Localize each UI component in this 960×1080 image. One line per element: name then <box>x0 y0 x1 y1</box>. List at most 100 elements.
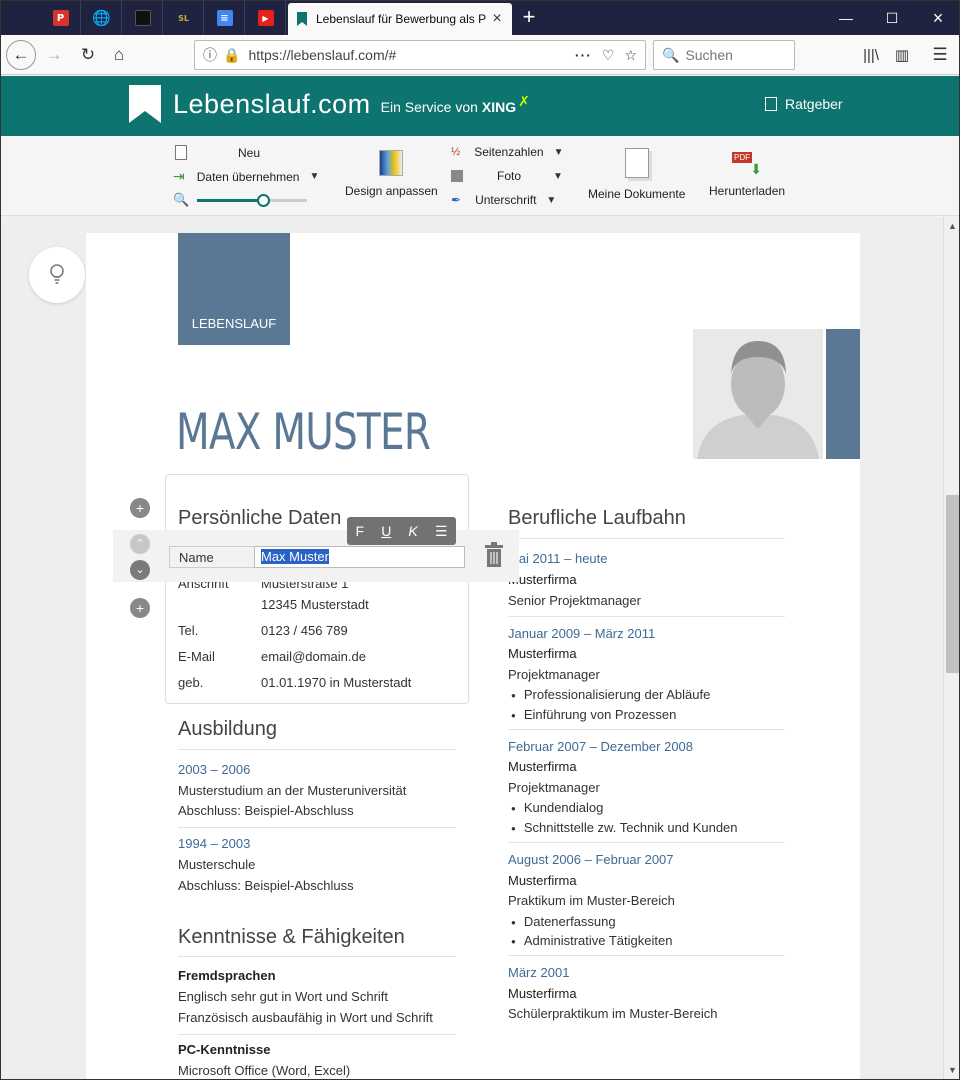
career-company[interactable]: Musterfirma <box>508 646 577 661</box>
personal-data-heading[interactable]: Persönliche Daten <box>178 507 341 530</box>
url-bar[interactable]: ⓘ 🔒 https://lebenslauf.com/# ··· ♡ ☆ <box>194 40 646 70</box>
career-bullet[interactable]: Einführung von Prozessen <box>511 707 676 722</box>
skills-group-title[interactable]: Fremdsprachen <box>178 968 276 983</box>
forward-button[interactable]: → <box>39 40 69 70</box>
career-role[interactable]: Praktikum im Muster-Bereich <box>508 893 675 908</box>
career-bullet[interactable]: Datenerfassung <box>511 914 616 929</box>
career-company[interactable]: Musterfirma <box>508 873 577 888</box>
education-line2[interactable]: Abschluss: Beispiel-Abschluss <box>178 878 354 893</box>
move-up-button[interactable]: ⌃ <box>130 534 150 554</box>
menu-icon[interactable]: ☰ <box>925 40 955 70</box>
daten-uebernehmen-button[interactable]: ⇥ Daten übernehmen ▼ <box>173 168 319 185</box>
add-below-button[interactable]: + <box>130 598 150 618</box>
tab-active[interactable]: Lebenslauf für Bewerbung als P × <box>288 3 512 35</box>
close-window-button[interactable]: × <box>915 1 959 35</box>
more-icon[interactable]: ··· <box>575 47 592 63</box>
career-bullet[interactable]: Kundendialog <box>511 800 604 815</box>
list-icon[interactable]: ☰ <box>435 523 448 540</box>
cv-name[interactable]: MAX MUSTER <box>176 403 431 461</box>
lightbulb-tips-button[interactable] <box>29 247 85 303</box>
name-input[interactable]: Max Muster <box>254 546 465 568</box>
tel-value[interactable]: 0123 / 456 789 <box>261 623 348 638</box>
career-role[interactable]: Projektmanager <box>508 667 600 682</box>
minimize-button[interactable]: — <box>823 1 869 35</box>
underline-button[interactable]: U <box>381 523 391 539</box>
unterschrift-button[interactable]: ✒ Unterschrift ▼ <box>451 193 556 207</box>
herunterladen-button[interactable]: PDF ⬇ Herunterladen <box>709 150 785 198</box>
skills-group-title[interactable]: PC-Kenntnisse <box>178 1042 270 1057</box>
skills-item[interactable]: Französisch ausbaufähig in Wort und Schr… <box>178 1010 433 1025</box>
scroll-up-icon[interactable]: ▲ <box>948 221 957 231</box>
tab-app[interactable] <box>123 1 163 35</box>
search-placeholder: Suchen <box>685 47 733 63</box>
info-icon[interactable]: ⓘ <box>203 45 217 65</box>
education-line2[interactable]: Abschluss: Beispiel-Abschluss <box>178 803 354 818</box>
education-heading[interactable]: Ausbildung <box>178 718 277 741</box>
career-role[interactable]: Projektmanager <box>508 780 600 795</box>
tab-youtube[interactable]: ▶ <box>246 1 286 35</box>
sidebar-icon[interactable]: ▥ <box>887 40 917 70</box>
career-period[interactable]: Mai 2011 – heute <box>508 551 608 566</box>
close-tab-icon[interactable]: × <box>490 10 504 28</box>
skills-heading[interactable]: Kenntnisse & Fähigkeiten <box>178 926 405 949</box>
search-input[interactable]: 🔍 Suchen <box>653 40 795 70</box>
bold-button[interactable]: F <box>356 523 365 539</box>
tab-pdf[interactable]: P <box>41 1 81 35</box>
cv-label-box: LEBENSLAUF <box>178 233 290 345</box>
bookmark-star-icon[interactable]: ☆ <box>624 47 637 64</box>
design-anpassen-button[interactable]: Design anpassen <box>345 150 438 198</box>
career-period[interactable]: Januar 2009 – März 2011 <box>508 626 655 641</box>
page-scrollbar[interactable]: ▲ ▼ <box>943 217 959 1079</box>
career-period[interactable]: August 2006 – Februar 2007 <box>508 852 674 867</box>
birth-value[interactable]: 01.01.1970 in Musterstadt <box>261 675 411 690</box>
library-icon[interactable]: |||\ <box>856 40 886 70</box>
address-city[interactable]: 12345 Musterstadt <box>261 597 369 612</box>
italic-button[interactable]: K <box>408 523 417 539</box>
pocket-icon[interactable]: ♡ <box>602 47 615 64</box>
career-period[interactable]: März 2001 <box>508 965 569 980</box>
career-heading[interactable]: Berufliche Laufbahn <box>508 507 686 530</box>
chevron-down-icon: ▼ <box>309 171 320 182</box>
home-button[interactable]: ⌂ <box>104 40 134 70</box>
education-line1[interactable]: Musterschule <box>178 857 255 872</box>
career-bullet[interactable]: Professionalisierung der Abläufe <box>511 687 710 702</box>
zoom-control[interactable]: 🔍 <box>173 192 308 208</box>
education-period[interactable]: 1994 – 2003 <box>178 836 250 851</box>
career-bullet[interactable]: Administrative Tätigkeiten <box>511 933 673 948</box>
education-line1[interactable]: Musterstudium an der Musteruniversität <box>178 783 406 798</box>
daten-uebernehmen-label: Daten übernehmen <box>196 169 300 184</box>
seitenzahlen-button[interactable]: ½ Seitenzahlen ▼ <box>451 145 563 159</box>
back-button[interactable]: ← <box>6 40 36 70</box>
career-company[interactable]: Musterfirma <box>508 986 577 1001</box>
education-period[interactable]: 2003 – 2006 <box>178 762 250 777</box>
tab-sl[interactable]: SL <box>164 1 204 35</box>
meine-dokumente-button[interactable]: Meine Dokumente <box>588 148 685 201</box>
maximize-button[interactable]: ☐ <box>869 1 915 35</box>
new-tab-button[interactable]: + <box>517 6 541 30</box>
zoom-slider[interactable] <box>197 193 308 207</box>
career-role[interactable]: Schülerpraktikum im Muster-Bereich <box>508 1006 718 1021</box>
skills-item[interactable]: Microsoft Office (Word, Excel) <box>178 1063 350 1078</box>
site-header: Lebenslauf.com Ein Service von XING ✗ Ra… <box>1 76 959 136</box>
move-down-button[interactable]: ⌄ <box>130 560 150 580</box>
site-logo[interactable]: Lebenslauf.com Ein Service von XING ✗ <box>129 76 530 132</box>
career-role[interactable]: Senior Projektmanager <box>508 593 641 608</box>
zoom-slider-knob[interactable] <box>257 193 271 207</box>
scroll-down-icon[interactable]: ▼ <box>948 1065 957 1075</box>
profile-photo[interactable] <box>693 329 823 459</box>
career-period[interactable]: Februar 2007 – Dezember 2008 <box>508 739 693 754</box>
add-above-button[interactable]: + <box>130 498 150 518</box>
foto-button[interactable]: Foto ▼ <box>451 169 563 183</box>
career-bullet[interactable]: Schnittstelle zw. Technik und Kunden <box>511 820 738 835</box>
skills-item[interactable]: Englisch sehr gut in Wort und Schrift <box>178 989 388 1004</box>
tab-docs[interactable]: ≡ <box>205 1 245 35</box>
ratgeber-link[interactable]: Ratgeber <box>765 96 843 112</box>
tab-globe[interactable]: 🌐 <box>82 1 122 35</box>
reload-button[interactable]: ↻ <box>73 40 103 70</box>
trash-icon[interactable] <box>484 542 504 568</box>
scrollbar-thumb[interactable] <box>946 495 959 673</box>
neu-button[interactable]: Neu <box>175 145 260 160</box>
divider <box>508 538 785 539</box>
career-company[interactable]: Musterfirma <box>508 759 577 774</box>
email-value[interactable]: email@domain.de <box>261 649 366 664</box>
